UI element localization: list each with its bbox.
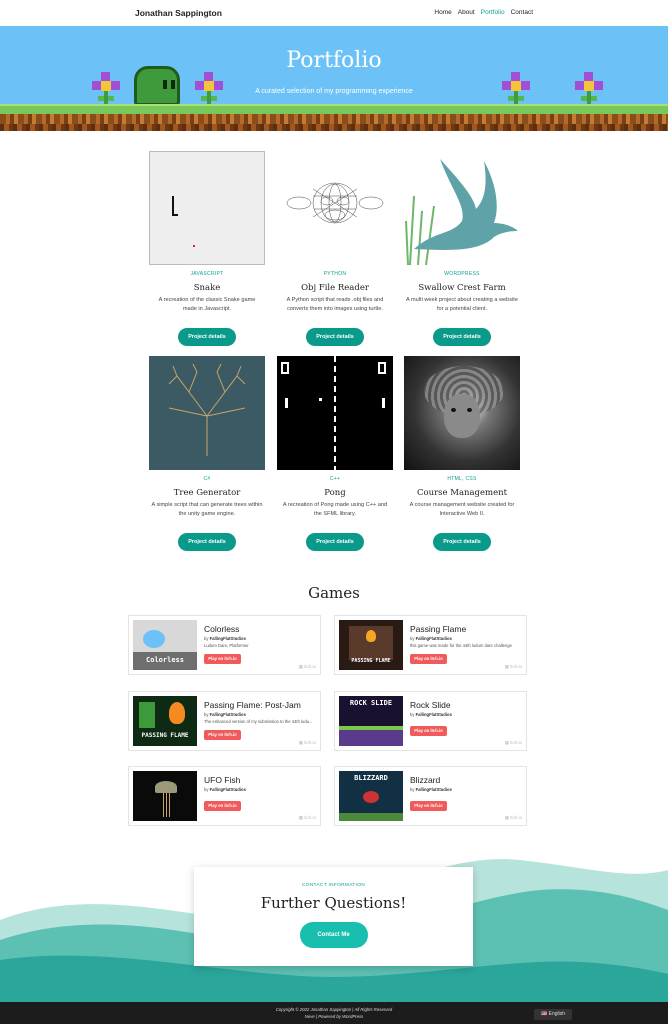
- game-author: by FallingFlatStudios: [204, 712, 246, 717]
- project-description: A multi week project about creating a we…: [406, 297, 518, 312]
- grass-strip: [0, 104, 668, 114]
- play-on-itch-button[interactable]: Play on itch.io: [204, 801, 241, 811]
- itch-badge[interactable]: ▦ itch.io: [299, 815, 316, 821]
- itch-badge[interactable]: ▦ itch.io: [505, 664, 522, 670]
- dirt-strip-dark: [0, 124, 668, 131]
- game-card-passing-flame: PASSING FLAME Passing Flame by FallingFl…: [334, 615, 527, 675]
- project-description: A course management website created for …: [409, 502, 515, 517]
- turtle-thumbnail[interactable]: [404, 356, 520, 470]
- game-thumbnail[interactable]: PASSING FLAME: [133, 696, 197, 746]
- project-details-button[interactable]: Project details: [178, 533, 236, 551]
- project-category: WORDPRESS: [444, 271, 480, 277]
- project-details-button[interactable]: Project details: [433, 533, 491, 551]
- contact-label: CONTACT INFORMATION: [302, 883, 365, 888]
- project-title: Pong: [324, 488, 346, 498]
- nav-home[interactable]: Home: [434, 9, 451, 16]
- project-title: Obj File Reader: [301, 283, 369, 293]
- project-title: Swallow Crest Farm: [418, 283, 506, 293]
- project-details-button[interactable]: Project details: [178, 328, 236, 346]
- project-title: Snake: [193, 283, 221, 293]
- project-description: A simple script that can generate trees …: [151, 502, 263, 517]
- project-category: C++: [329, 476, 341, 482]
- game-author: by FallingFlatStudios: [410, 787, 452, 792]
- nav-about[interactable]: About: [458, 9, 475, 16]
- project-details-button[interactable]: Project details: [306, 328, 364, 346]
- game-thumbnail[interactable]: ROCK SLIDE: [339, 696, 403, 746]
- itch-badge[interactable]: ▦ itch.io: [505, 815, 522, 821]
- game-thumbnail[interactable]: [133, 771, 197, 821]
- play-on-itch-button[interactable]: Play on itch.io: [410, 726, 447, 736]
- play-on-itch-button[interactable]: Play on itch.io: [410, 654, 447, 664]
- itch-badge[interactable]: ▦ itch.io: [299, 740, 316, 746]
- game-description: this game was made for the 44th ludum da…: [410, 643, 512, 648]
- game-title[interactable]: UFO Fish: [204, 775, 240, 785]
- game-title[interactable]: Rock Slide: [410, 700, 451, 710]
- game-card-ufo-fish: UFO Fish by FallingFlatStudios Play on i…: [128, 766, 321, 826]
- contact-title: Further Questions!: [260, 894, 407, 912]
- project-details-button[interactable]: Project details: [433, 328, 491, 346]
- project-card-swallow-crest: WORDPRESS Swallow Crest Farm A multi wee…: [404, 151, 520, 346]
- game-card-blizzard: BLIZZARD Blizzard by FallingFlatStudios …: [334, 766, 527, 826]
- contact-card: CONTACT INFORMATION Further Questions! C…: [194, 867, 473, 966]
- nav-portfolio[interactable]: Portfolio: [481, 9, 505, 16]
- pong-thumbnail[interactable]: [277, 356, 393, 470]
- game-card-passing-flame-post-jam: PASSING FLAME Passing Flame: Post-Jam by…: [128, 691, 321, 751]
- project-card-tree-generator: C# Tree Generator A simple script that c…: [149, 356, 265, 551]
- game-title[interactable]: Passing Flame: Post-Jam: [204, 700, 301, 710]
- game-title[interactable]: Passing Flame: [410, 624, 466, 634]
- game-thumbnail[interactable]: PASSING FLAME: [339, 620, 403, 670]
- project-details-button[interactable]: Project details: [306, 533, 364, 551]
- game-author: by FallingFlatStudios: [410, 636, 452, 641]
- project-category: C#: [203, 476, 211, 482]
- game-card-colorless: Colorless Colorless by FallingFlatStudio…: [128, 615, 321, 675]
- snake-thumbnail[interactable]: [149, 151, 265, 265]
- game-author: by FallingFlatStudios: [410, 712, 452, 717]
- play-on-itch-button[interactable]: Play on itch.io: [204, 654, 241, 664]
- game-card-rock-slide: ROCK SLIDE Rock Slide by FallingFlatStud…: [334, 691, 527, 751]
- game-author: by FallingFlatStudios: [204, 787, 246, 792]
- main-nav: Home About Portfolio Contact: [434, 9, 533, 16]
- site-header: Jonathan Sappington Home About Portfolio…: [0, 0, 668, 26]
- play-on-itch-button[interactable]: Play on itch.io: [410, 801, 447, 811]
- games-heading: Games: [308, 584, 360, 602]
- hero-banner: Portfolio A curated selection of my prog…: [0, 26, 668, 131]
- contact-me-button[interactable]: Contact Me: [299, 922, 368, 948]
- nav-contact[interactable]: Contact: [511, 9, 533, 16]
- game-description: Ludum Dare, Platformer: [204, 643, 249, 648]
- game-description: The enhanced version of my submission to…: [204, 719, 313, 724]
- project-category: HTML, CSS: [447, 476, 477, 482]
- tree-thumbnail[interactable]: [149, 356, 265, 470]
- project-title: Tree Generator: [173, 488, 241, 498]
- game-title[interactable]: Blizzard: [410, 775, 440, 785]
- game-title[interactable]: Colorless: [204, 624, 239, 634]
- itch-badge[interactable]: ▦ itch.io: [299, 664, 316, 670]
- project-description: A Python script that reads .obj files an…: [286, 297, 384, 312]
- project-card-course-management: HTML, CSS Course Management A course man…: [404, 356, 520, 551]
- page-subtitle: A curated selection of my programming ex…: [255, 88, 413, 95]
- page-title: Portfolio: [286, 48, 382, 73]
- play-on-itch-button[interactable]: Play on itch.io: [204, 730, 241, 740]
- project-description: A recreation of Pong made using C++ and …: [282, 502, 388, 517]
- project-card-obj-reader: PYTHON Obj File Reader A Python script t…: [277, 151, 393, 346]
- site-footer: Copyright © 2022 Jonathan Sappington | A…: [0, 1002, 668, 1024]
- project-card-snake: JAVASCRIPT Snake A recreation of the cla…: [149, 151, 265, 346]
- game-thumbnail[interactable]: Colorless: [133, 620, 197, 670]
- site-brand[interactable]: Jonathan Sappington: [135, 8, 222, 18]
- project-description: A recreation of the classic Snake game m…: [158, 297, 256, 312]
- flag-icon: 🇺🇸: [540, 1011, 548, 1017]
- project-category: JAVASCRIPT: [190, 271, 224, 277]
- project-category: PYTHON: [323, 271, 347, 277]
- language-switcher[interactable]: 🇺🇸 English: [534, 1009, 572, 1020]
- game-author: by FallingFlatStudios: [204, 636, 246, 641]
- itch-badge[interactable]: ▦ itch.io: [505, 740, 522, 746]
- project-card-pong: C++ Pong A recreation of Pong made using…: [277, 356, 393, 551]
- swallow-thumbnail[interactable]: [404, 151, 520, 265]
- obj-reader-thumbnail[interactable]: [277, 151, 393, 265]
- project-title: Course Management: [416, 488, 508, 498]
- game-thumbnail[interactable]: BLIZZARD: [339, 771, 403, 821]
